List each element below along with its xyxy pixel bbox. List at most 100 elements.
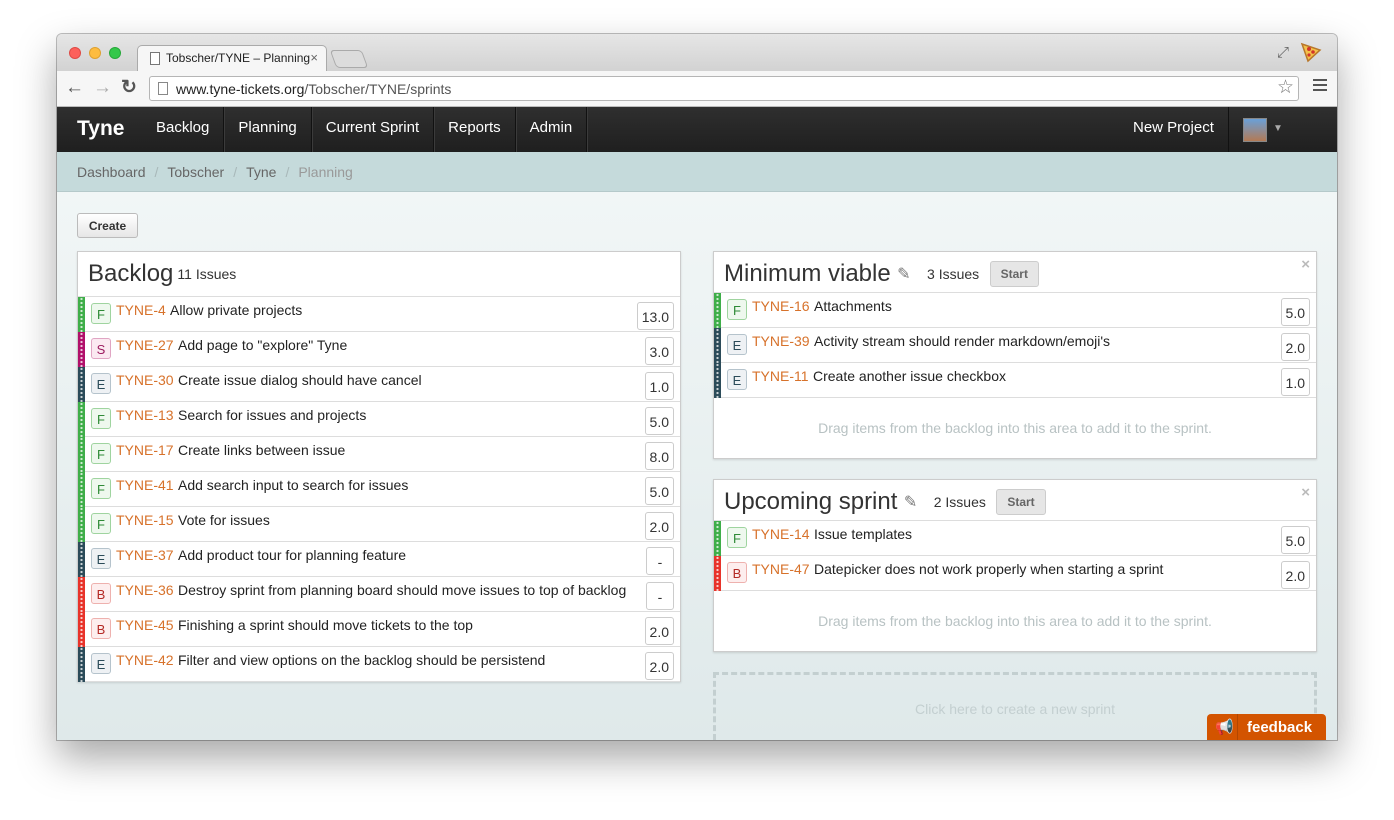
- issue-type-stripe[interactable]: [78, 612, 85, 647]
- back-icon[interactable]: ←: [65, 77, 84, 99]
- story-points-badge[interactable]: -: [646, 547, 674, 575]
- create-button[interactable]: Create: [77, 213, 138, 238]
- close-window-icon[interactable]: [69, 47, 81, 59]
- issue-key-link[interactable]: TYNE-11: [752, 368, 809, 384]
- close-sprint-icon[interactable]: ×: [1301, 256, 1310, 273]
- issue-key-link[interactable]: TYNE-47: [752, 561, 810, 577]
- issue-key-link[interactable]: TYNE-15: [116, 512, 174, 528]
- user-menu[interactable]: ▼: [1243, 118, 1293, 142]
- nav-admin[interactable]: Admin: [516, 107, 588, 152]
- issue-row[interactable]: F TYNE-16 Attachments 5.0: [714, 293, 1316, 328]
- issue-row[interactable]: B TYNE-45 Finishing a sprint should move t…: [78, 612, 680, 647]
- issue-key-link[interactable]: TYNE-17: [116, 442, 174, 458]
- story-points-badge[interactable]: 1.0: [644, 372, 674, 400]
- story-points-badge[interactable]: 2.0: [644, 652, 674, 680]
- breadcrumb-dashboard[interactable]: Dashboard: [77, 164, 146, 180]
- story-points-badge[interactable]: 13.0: [636, 302, 674, 330]
- story-points-badge[interactable]: 5.0: [1280, 526, 1310, 554]
- issue-type-stripe[interactable]: [714, 556, 721, 591]
- issue-key-link[interactable]: TYNE-36: [116, 582, 174, 598]
- issue-row[interactable]: F TYNE-17 Create links between issue 8.0: [78, 437, 680, 472]
- issue-type-stripe[interactable]: [78, 367, 85, 402]
- start-sprint-button[interactable]: Start: [996, 489, 1046, 515]
- issue-row[interactable]: E TYNE-42 Filter and view options on the b…: [78, 647, 680, 682]
- issue-key-link[interactable]: TYNE-37: [116, 547, 174, 563]
- issue-type-stripe[interactable]: [78, 577, 85, 612]
- story-points-badge[interactable]: 1.0: [1280, 368, 1310, 396]
- issue-type-badge: F: [727, 527, 747, 548]
- issue-type-stripe[interactable]: [78, 542, 85, 577]
- issue-key-link[interactable]: TYNE-13: [116, 407, 174, 423]
- issue-row[interactable]: S TYNE-27 Add page to "explore" Tyne 3.0: [78, 332, 680, 367]
- story-points-badge[interactable]: 2.0: [644, 617, 674, 645]
- address-bar[interactable]: www.tyne-tickets.org/Tobscher/TYNE/sprin…: [149, 76, 1299, 101]
- issue-type-stripe[interactable]: [78, 647, 85, 682]
- issue-row[interactable]: B TYNE-36 Destroy sprint from planning boa…: [78, 577, 680, 612]
- tab-close-icon[interactable]: ×: [310, 50, 318, 65]
- issue-key-link[interactable]: TYNE-27: [116, 337, 174, 353]
- new-tab-button[interactable]: [329, 50, 369, 68]
- issue-key-link[interactable]: TYNE-16: [752, 298, 810, 314]
- issue-key-link[interactable]: TYNE-41: [116, 477, 174, 493]
- issue-key-link[interactable]: TYNE-39: [752, 333, 810, 349]
- story-points-badge[interactable]: 3.0: [644, 337, 674, 365]
- brand-logo[interactable]: Tyne: [77, 117, 124, 141]
- breadcrumb-tyne[interactable]: Tyne: [246, 164, 276, 180]
- start-sprint-button[interactable]: Start: [989, 261, 1039, 287]
- issue-row[interactable]: B TYNE-47 Datepicker does not work properl…: [714, 556, 1316, 591]
- story-points-badge[interactable]: 5.0: [644, 407, 674, 435]
- minimize-window-icon[interactable]: [89, 47, 101, 59]
- story-points-badge[interactable]: 2.0: [1280, 561, 1310, 589]
- issue-key-link[interactable]: TYNE-45: [116, 617, 174, 633]
- issue-type-stripe[interactable]: [78, 437, 85, 472]
- feedback-button[interactable]: 📢 feedback: [1207, 714, 1326, 740]
- issue-key-link[interactable]: TYNE-4: [116, 302, 166, 318]
- menu-icon[interactable]: [1313, 79, 1327, 93]
- reload-icon[interactable]: ↻: [121, 77, 137, 99]
- issue-type-stripe[interactable]: [78, 472, 85, 507]
- fullscreen-icon[interactable]: ⤢: [1277, 44, 1289, 61]
- close-sprint-icon[interactable]: ×: [1301, 484, 1310, 501]
- sprint-drop-zone[interactable]: Drag items from the backlog into this ar…: [714, 613, 1316, 629]
- issue-row[interactable]: F TYNE-14 Issue templates 5.0: [714, 521, 1316, 556]
- issue-type-stripe[interactable]: [78, 507, 85, 542]
- issue-key-link[interactable]: TYNE-30: [116, 372, 174, 388]
- issue-row[interactable]: F TYNE-13 Search for issues and projects 5.…: [78, 402, 680, 437]
- nav-current-sprint[interactable]: Current Sprint: [312, 107, 435, 152]
- issue-type-stripe[interactable]: [714, 328, 721, 363]
- forward-icon[interactable]: →: [93, 77, 112, 99]
- zoom-window-icon[interactable]: [109, 47, 121, 59]
- sprint-drop-zone[interactable]: Drag items from the backlog into this ar…: [714, 420, 1316, 436]
- story-points-badge[interactable]: 2.0: [1280, 333, 1310, 361]
- bookmark-star-icon[interactable]: ☆: [1277, 76, 1294, 99]
- issue-row[interactable]: E TYNE-37 Add product tour for planning fe…: [78, 542, 680, 577]
- issue-type-stripe[interactable]: [78, 332, 85, 367]
- issue-type-stripe[interactable]: [714, 293, 721, 328]
- issue-row[interactable]: F TYNE-15 Vote for issues 2.0: [78, 507, 680, 542]
- issue-type-stripe[interactable]: [714, 521, 721, 556]
- breadcrumb-tobscher[interactable]: Tobscher: [167, 164, 224, 180]
- browser-tab[interactable]: Tobscher/TYNE – Planning ×: [137, 45, 327, 71]
- issue-row[interactable]: F TYNE-4 Allow private projects 13.0: [78, 297, 680, 332]
- edit-pencil-icon[interactable]: ✎: [897, 264, 910, 284]
- story-points-badge[interactable]: 2.0: [644, 512, 674, 540]
- story-points-badge[interactable]: 5.0: [1280, 298, 1310, 326]
- nav-reports[interactable]: Reports: [434, 107, 516, 152]
- edit-pencil-icon[interactable]: ✎: [904, 492, 917, 512]
- issue-row[interactable]: E TYNE-39 Activity stream should render ma…: [714, 328, 1316, 363]
- issue-row[interactable]: E TYNE-11 Create another issue checkbox 1.0: [714, 363, 1316, 398]
- issue-type-stripe[interactable]: [78, 402, 85, 437]
- issue-type-stripe[interactable]: [714, 363, 721, 398]
- issue-row[interactable]: F TYNE-41 Add search input to search for i…: [78, 472, 680, 507]
- nav-backlog[interactable]: Backlog: [142, 107, 225, 152]
- story-points-badge[interactable]: -: [646, 582, 674, 610]
- issue-key-link[interactable]: TYNE-42: [116, 652, 174, 668]
- issue-row[interactable]: E TYNE-30 Create issue dialog should have …: [78, 367, 680, 402]
- issue-key-link[interactable]: TYNE-14: [752, 526, 810, 542]
- pizza-extension-icon[interactable]: [1299, 40, 1323, 64]
- nav-planning[interactable]: Planning: [224, 107, 312, 152]
- new-project-link[interactable]: New Project: [1119, 107, 1229, 152]
- issue-type-stripe[interactable]: [78, 297, 85, 332]
- story-points-badge[interactable]: 5.0: [644, 477, 674, 505]
- story-points-badge[interactable]: 8.0: [644, 442, 674, 470]
